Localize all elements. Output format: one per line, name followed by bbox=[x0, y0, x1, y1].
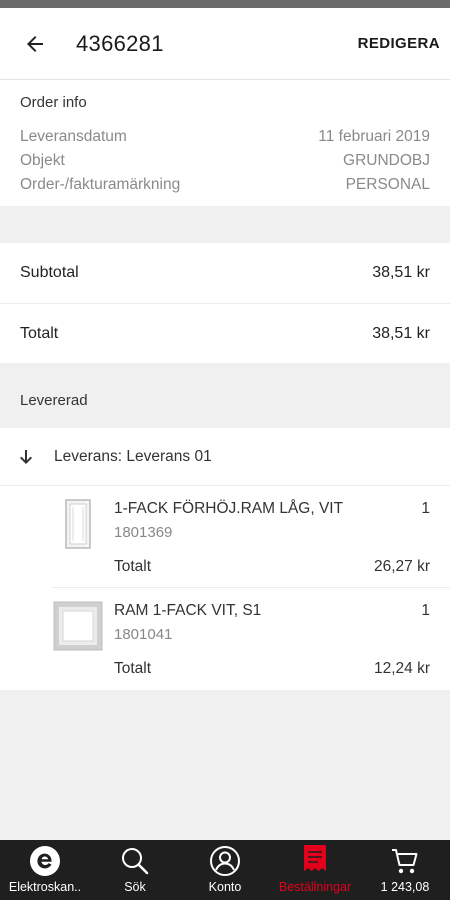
nav-label: Konto bbox=[208, 880, 242, 894]
delivered-title: Levererad bbox=[20, 392, 88, 409]
list-item[interactable]: 1-FACK FÖRHÖJ.RAM LÅG, VIT 1 1801369 Tot… bbox=[52, 486, 450, 588]
order-info-title: Order info bbox=[20, 94, 87, 111]
order-info-row: Objekt GRUNDOBJ bbox=[20, 149, 430, 173]
total-row: Totalt 38,51 kr bbox=[0, 303, 450, 363]
app-bar: 4366281 REDIGERA bbox=[0, 8, 450, 80]
item-sku: 1801369 bbox=[114, 524, 173, 541]
list-item[interactable]: RAM 1-FACK VIT, S1 1 1801041 Totalt 12,2… bbox=[52, 588, 450, 690]
item-total-label: Totalt bbox=[114, 558, 152, 575]
arrow-down-icon bbox=[20, 449, 32, 464]
order-info-value: 11 februari 2019 bbox=[318, 128, 430, 145]
order-info-row: Order-/fakturamärkning PERSONAL bbox=[20, 173, 430, 197]
totals-section: Subtotal 38,51 kr Totalt 38,51 kr bbox=[0, 243, 450, 363]
cart-icon bbox=[389, 844, 421, 878]
product-image bbox=[52, 600, 104, 652]
delivery-toggle[interactable]: Leverans: Leverans 01 bbox=[0, 428, 450, 486]
item-total-value: 12,24 kr bbox=[373, 660, 430, 677]
item-quantity: 1 bbox=[421, 602, 430, 619]
nav-item-orders[interactable]: Beställningar bbox=[270, 840, 360, 900]
order-info-value: PERSONAL bbox=[345, 176, 430, 193]
subtotal-value: 38,51 kr bbox=[372, 264, 430, 281]
delivered-section: Leverans: Leverans 01 1-FACK FÖRHÖJ.RAM … bbox=[0, 428, 450, 690]
search-icon bbox=[119, 844, 151, 878]
nav-label: Beställningar bbox=[278, 880, 352, 894]
subtotal-label: Subtotal bbox=[20, 264, 79, 281]
item-sku: 1801041 bbox=[114, 626, 173, 643]
item-quantity: 1 bbox=[421, 500, 430, 517]
item-total-label: Totalt bbox=[114, 660, 152, 677]
back-button[interactable] bbox=[0, 8, 70, 80]
brand-e-icon bbox=[29, 844, 61, 878]
bottom-navigation: Elektroskan.. Sök Konto Beställningar 1 … bbox=[0, 840, 450, 900]
nav-item-search[interactable]: Sök bbox=[90, 840, 180, 900]
order-info-value: GRUNDOBJ bbox=[343, 152, 430, 169]
item-name: RAM 1-FACK VIT, S1 bbox=[114, 602, 262, 619]
order-info-label: Order-/fakturamärkning bbox=[20, 176, 181, 193]
nav-label: Elektroskan.. bbox=[8, 880, 82, 894]
edit-button[interactable]: REDIGERA bbox=[348, 35, 450, 52]
arrow-left-icon bbox=[27, 35, 43, 52]
nav-item-cart[interactable]: 1 243,08 bbox=[360, 840, 450, 900]
orders-icon bbox=[301, 844, 329, 878]
total-label: Totalt bbox=[20, 324, 59, 342]
nav-label: Sök bbox=[124, 880, 146, 894]
order-info-label: Leveransdatum bbox=[20, 128, 127, 145]
nav-label: 1 243,08 bbox=[380, 880, 430, 894]
product-image bbox=[52, 498, 104, 550]
account-icon bbox=[209, 844, 241, 878]
nav-item-account[interactable]: Konto bbox=[180, 840, 270, 900]
item-total-value: 26,27 kr bbox=[373, 558, 430, 575]
item-name: 1-FACK FÖRHÖJ.RAM LÅG, VIT bbox=[114, 500, 344, 517]
delivery-label: Leverans: Leverans 01 bbox=[54, 447, 212, 465]
order-info-label: Objekt bbox=[20, 152, 65, 169]
subtotal-row: Subtotal 38,51 kr bbox=[0, 243, 450, 303]
total-value: 38,51 kr bbox=[372, 324, 430, 342]
page-title: 4366281 bbox=[76, 30, 164, 56]
nav-item-home[interactable]: Elektroskan.. bbox=[0, 840, 90, 900]
order-info-row: Leveransdatum 11 februari 2019 bbox=[20, 125, 430, 149]
order-info-section: Order info Leveransdatum 11 februari 201… bbox=[0, 80, 450, 206]
